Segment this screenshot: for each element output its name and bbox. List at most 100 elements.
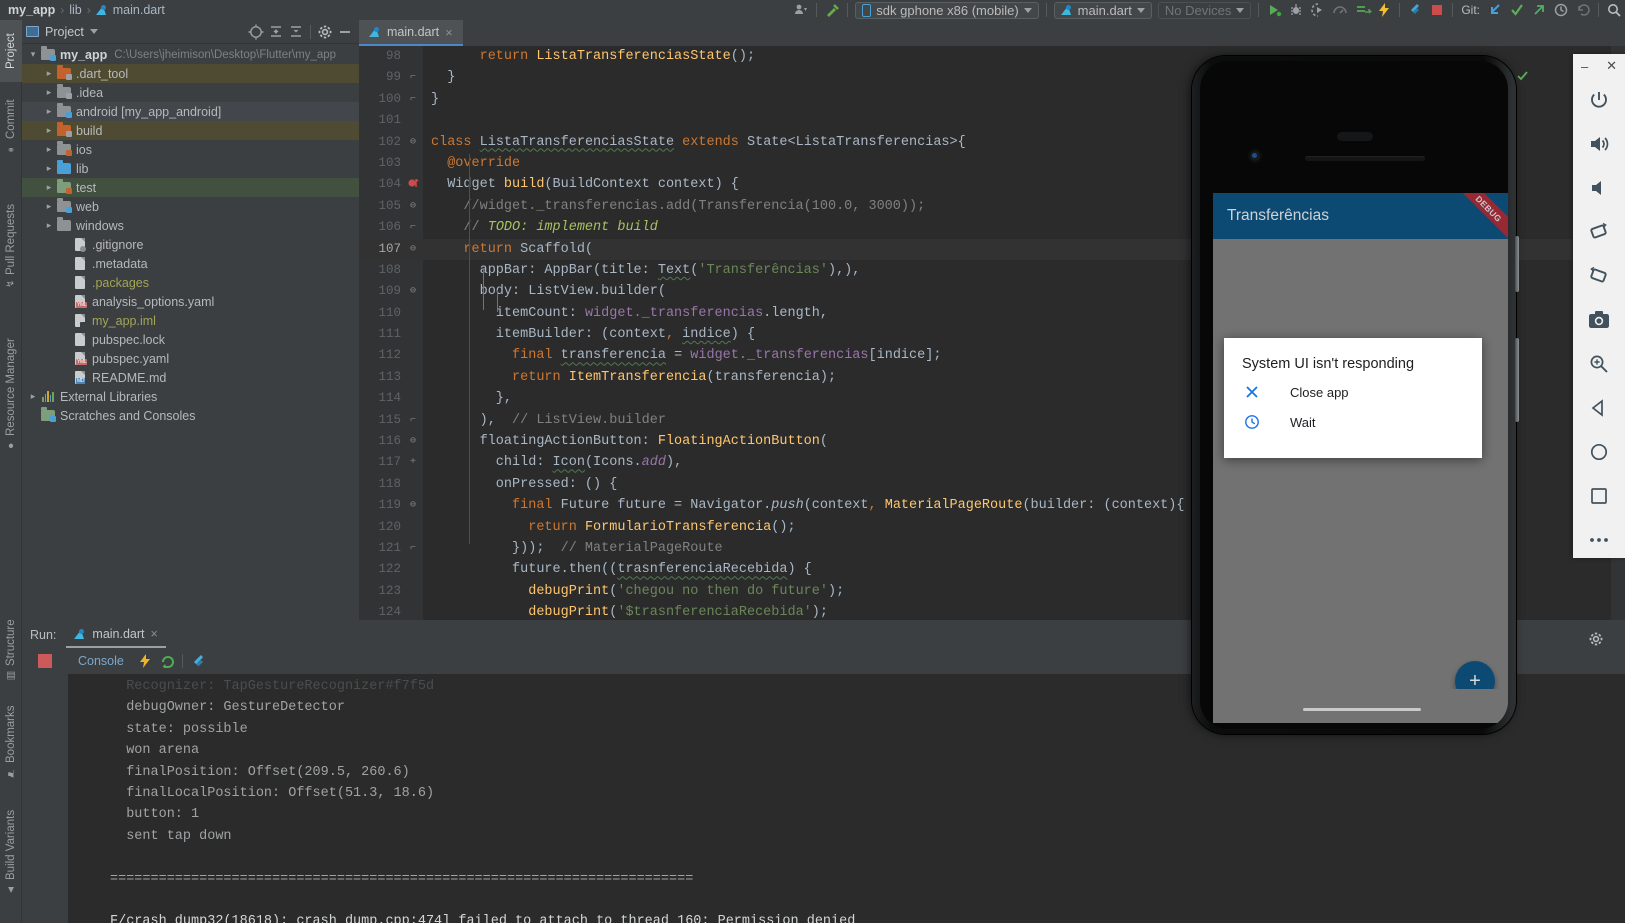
tree-item-external-libraries[interactable]: ▸ External Libraries <box>22 387 359 406</box>
rotate-left-button[interactable] <box>1573 210 1625 254</box>
tree-item-pubspec-lock[interactable]: pubspec.lock <box>22 330 359 349</box>
breadcrumb-folder[interactable]: lib <box>69 3 82 17</box>
profiler-icon[interactable] <box>1332 2 1348 18</box>
chevron-right-icon[interactable]: ▸ <box>42 125 56 136</box>
hammer-build-icon[interactable] <box>824 2 840 18</box>
sidebar-item-pull-requests[interactable]: ↯ Pull Requests <box>0 184 22 308</box>
breadcrumb-file[interactable]: main.dart <box>113 3 165 17</box>
select-opened-file-icon[interactable] <box>247 23 265 41</box>
power-button[interactable] <box>1573 78 1625 122</box>
rotate-right-button[interactable] <box>1573 254 1625 298</box>
tree-item-pubspec-yaml[interactable]: YML pubspec.yaml <box>22 349 359 368</box>
fold-collapse-icon[interactable]: ⊖ <box>406 495 420 516</box>
breadcrumb-project[interactable]: my_app <box>8 3 55 17</box>
fold-end-icon[interactable]: ⌐ <box>406 538 420 559</box>
sidebar-item-bookmarks[interactable]: ⚑ Bookmarks <box>0 696 22 788</box>
volume-down-button[interactable] <box>1573 166 1625 210</box>
flutter-devtools-icon[interactable] <box>1407 2 1423 18</box>
tree-item-dart-tool[interactable]: ▸ .dart_tool <box>22 64 359 83</box>
run-icon[interactable] <box>1266 2 1282 18</box>
tree-item-windows[interactable]: ▸ windows <box>22 216 359 235</box>
chevron-right-icon[interactable]: ▸ <box>42 106 56 117</box>
overview-button[interactable] <box>1573 474 1625 518</box>
chevron-right-icon[interactable]: ▸ <box>42 182 56 193</box>
run-with-coverage-icon[interactable] <box>1310 2 1326 18</box>
close-icon[interactable]: × <box>445 25 453 40</box>
tree-item-web[interactable]: ▸ web <box>22 197 359 216</box>
power-side-button[interactable] <box>1515 236 1519 292</box>
chevron-right-icon[interactable]: ▸ <box>42 144 56 155</box>
tree-item-ios[interactable]: ▸ ios <box>22 140 359 159</box>
debug-icon[interactable] <box>1288 2 1304 18</box>
emulator-screen[interactable]: Transferências DEBUG + <box>1213 193 1508 723</box>
run-tab-main-dart[interactable]: main.dart × <box>66 622 166 648</box>
tree-item-my-app[interactable]: ▾ my_app C:\Users\jheimison\Desktop\Flutte… <box>22 45 359 64</box>
system-ui-dialog[interactable]: System UI isn't responding Close app Wai… <box>1224 338 1482 458</box>
tree-item-gitignore[interactable]: .gitignore <box>22 235 359 254</box>
device-selector[interactable]: sdk gphone x86 (mobile) <box>855 1 1039 19</box>
fold-expand-icon[interactable]: + <box>406 452 420 473</box>
more-button[interactable] <box>1573 518 1625 562</box>
fold-end-icon[interactable]: ⌐ <box>406 217 420 238</box>
tree-item-packages[interactable]: .packages <box>22 273 359 292</box>
hide-panel-icon[interactable] <box>336 23 354 41</box>
flutter-hot-restart-icon[interactable] <box>159 653 175 669</box>
tree-item-android-my-app-android[interactable]: ▸ android [my_app_android] <box>22 102 359 121</box>
back-button[interactable] <box>1573 386 1625 430</box>
fold-collapse-icon[interactable]: ⊖ <box>406 239 420 260</box>
zoom-button[interactable] <box>1573 342 1625 386</box>
chevron-right-icon[interactable]: ▸ <box>42 220 56 231</box>
collapse-all-icon[interactable] <box>287 23 305 41</box>
sidebar-item-project[interactable]: Project <box>0 20 22 82</box>
run-gutter-marker[interactable] <box>407 176 419 187</box>
fold-end-icon[interactable]: ⌐ <box>406 67 420 88</box>
fold-collapse-icon[interactable]: ⊖ <box>406 196 420 217</box>
flutter-hot-reload-icon[interactable] <box>1376 2 1392 18</box>
chevron-right-icon[interactable]: ▸ <box>26 391 40 402</box>
close-icon[interactable]: × <box>151 627 158 641</box>
fold-collapse-icon[interactable]: ⊖ <box>406 132 420 153</box>
search-everywhere-icon[interactable] <box>1606 2 1622 18</box>
sidebar-item-structure[interactable]: ▤ Structure <box>0 612 22 688</box>
close-emulator-button[interactable]: ✕ <box>1606 58 1617 74</box>
gear-icon[interactable] <box>316 23 334 41</box>
project-panel-title[interactable]: Project <box>26 25 98 39</box>
tab-main-dart[interactable]: main.dart × <box>359 20 463 46</box>
screenshot-button[interactable] <box>1573 298 1625 342</box>
no-devices-selector[interactable]: No Devices <box>1157 1 1252 19</box>
chevron-right-icon[interactable]: ▸ <box>42 201 56 212</box>
stop-icon[interactable] <box>1429 2 1445 18</box>
project-tree[interactable]: ▾ my_app C:\Users\jheimison\Desktop\Flutte… <box>22 44 359 620</box>
volume-up-button[interactable] <box>1573 122 1625 166</box>
tree-item-build[interactable]: ▸ build <box>22 121 359 140</box>
sidebar-item-resource-manager[interactable]: ● Resource Manager <box>0 320 22 470</box>
dialog-option-wait[interactable]: Wait <box>1224 402 1482 432</box>
home-button[interactable] <box>1573 430 1625 474</box>
tree-item-metadata[interactable]: .metadata <box>22 254 359 273</box>
attach-debugger-icon[interactable] <box>1354 2 1373 18</box>
dialog-option-close-app[interactable]: Close app <box>1224 372 1482 402</box>
minimize-emulator-button[interactable]: – <box>1581 59 1588 74</box>
console-settings-gear-icon[interactable] <box>1587 630 1605 651</box>
tab-console[interactable]: Console <box>68 654 134 668</box>
run-configuration-selector[interactable]: main.dart <box>1053 1 1152 19</box>
tree-item-scratches-and-consoles[interactable]: Scratches and Consoles <box>22 406 359 425</box>
flutter-open-devtools-icon[interactable] <box>190 653 206 669</box>
fold-collapse-icon[interactable]: ⊖ <box>406 431 420 452</box>
volume-side-button[interactable] <box>1515 338 1519 422</box>
chevron-right-icon[interactable]: ▸ <box>42 163 56 174</box>
tree-item-readme-md[interactable]: MD README.md <box>22 368 359 387</box>
git-history-icon[interactable] <box>1553 2 1569 18</box>
git-push-icon[interactable] <box>1531 2 1547 18</box>
fold-end-icon[interactable]: ⌐ <box>406 410 420 431</box>
chevron-right-icon[interactable]: ▸ <box>42 87 56 98</box>
expand-all-icon[interactable] <box>267 23 285 41</box>
sidebar-item-build-variants[interactable]: ▲ Build Variants <box>0 796 22 908</box>
git-update-project-icon[interactable] <box>1487 2 1503 18</box>
stop-process-button[interactable] <box>22 654 68 668</box>
git-rollback-icon[interactable] <box>1575 2 1591 18</box>
tree-item-test[interactable]: ▸ test <box>22 178 359 197</box>
fold-end-icon[interactable]: ⌐ <box>406 89 420 110</box>
tree-item-analysis-options-yaml[interactable]: YML analysis_options.yaml <box>22 292 359 311</box>
tree-item-lib[interactable]: ▸ lib <box>22 159 359 178</box>
